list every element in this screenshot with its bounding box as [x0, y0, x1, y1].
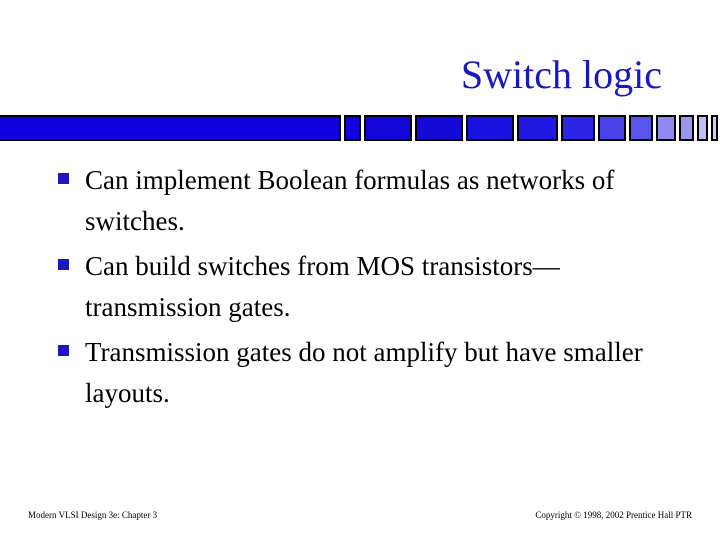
footer-source-label: Modern VLSI Design 3e: Chapter 3	[28, 510, 158, 520]
divider-segment	[598, 115, 626, 141]
slide: Switch logic Can implement Boolean formu…	[0, 0, 720, 540]
slide-footer: Modern VLSI Design 3e: Chapter 3 Copyrig…	[0, 508, 720, 528]
page-title: Switch logic	[460, 52, 662, 97]
list-item: Transmission gates do not amplify but ha…	[58, 332, 666, 414]
list-item-label: Can build switches from MOS transistors—…	[85, 251, 560, 322]
list-item-label: Transmission gates do not amplify but ha…	[85, 337, 643, 408]
decorative-divider-bar	[0, 115, 718, 141]
list-item-label: Can implement Boolean formulas as networ…	[85, 165, 615, 236]
divider-segment	[364, 115, 412, 141]
divider-segment	[679, 115, 694, 141]
square-bullet-icon	[58, 173, 69, 184]
square-bullet-icon	[58, 345, 69, 356]
divider-segment	[415, 115, 463, 141]
divider-segment	[344, 115, 361, 141]
list-item: Can implement Boolean formulas as networ…	[58, 160, 666, 242]
divider-segment	[0, 115, 341, 141]
square-bullet-icon	[58, 259, 69, 270]
divider-segment	[561, 115, 595, 141]
divider-segment	[711, 115, 718, 141]
divider-segment	[517, 115, 558, 141]
divider-segment	[697, 115, 708, 141]
bullet-list: Can implement Boolean formulas as networ…	[58, 160, 666, 418]
divider-segment	[629, 115, 653, 141]
list-item: Can build switches from MOS transistors—…	[58, 246, 666, 328]
divider-segment	[466, 115, 514, 141]
divider-segment	[656, 115, 676, 141]
footer-copyright-label: Copyright © 1998, 2002 Prentice Hall PTR	[535, 510, 692, 520]
